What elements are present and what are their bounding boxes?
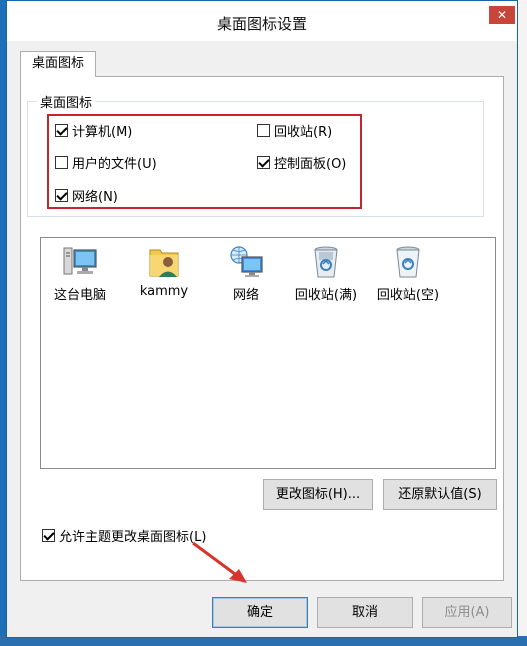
title-bar[interactable]: 桌面图标设置 ✕ — [7, 1, 517, 41]
checkbox-allow-theme[interactable]: 允许主题更改桌面图标(L) — [42, 526, 207, 545]
recycle-bin-empty-icon — [396, 246, 420, 278]
checkbox-box[interactable] — [55, 155, 68, 169]
group-title: 桌面图标 — [37, 92, 96, 111]
checkbox-box[interactable] — [42, 528, 55, 542]
icon-list[interactable]: 这台电脑 kammy 网络 回收站(满) 回收站(空) — [40, 237, 496, 469]
apply-label: 应用(A) — [444, 605, 490, 620]
change-icon-button[interactable]: 更改图标(H)... — [263, 479, 373, 510]
checkbox-label: 网络(N) — [72, 189, 118, 205]
list-item[interactable]: 回收站(满) — [293, 244, 359, 303]
list-item-label: 这台电脑 — [53, 288, 106, 303]
list-item-label: 回收站(空) — [376, 288, 440, 303]
desktop-icon-settings-dialog: 桌面图标设置 ✕ 桌面图标 桌面图标 计算机(M) 回收站(R) 用户的文件(U… — [6, 0, 518, 638]
checkbox-computer[interactable]: 计算机(M) — [55, 121, 133, 140]
checkbox-label: 计算机(M) — [72, 124, 133, 140]
list-item[interactable]: 网络 — [213, 244, 279, 303]
list-item-label: 回收站(满) — [294, 288, 358, 303]
dialog-client-area: 桌面图标 桌面图标 计算机(M) 回收站(R) 用户的文件(U) 控制面板(O)… — [7, 41, 517, 637]
checkbox-label: 允许主题更改桌面图标(L) — [59, 529, 207, 545]
checkbox-box[interactable] — [55, 188, 68, 202]
checkbox-label: 控制面板(O) — [274, 156, 347, 172]
cancel-button[interactable]: 取消 — [317, 597, 413, 628]
list-item[interactable]: kammy — [131, 244, 197, 299]
checkbox-user-files[interactable]: 用户的文件(U) — [55, 153, 157, 172]
ok-button[interactable]: 确定 — [212, 597, 308, 628]
user-folder-icon — [149, 249, 179, 277]
recycle-bin-full-icon — [314, 246, 338, 278]
apply-button[interactable]: 应用(A) — [422, 597, 512, 628]
checkbox-label: 回收站(R) — [274, 124, 333, 140]
tab-desktop-icons[interactable]: 桌面图标 — [20, 51, 96, 77]
annotation-arrow — [192, 541, 247, 583]
checkbox-box[interactable] — [257, 123, 270, 137]
checkbox-box[interactable] — [257, 155, 270, 169]
restore-default-button[interactable]: 还原默认值(S) — [383, 479, 497, 510]
list-item[interactable]: 这台电脑 — [47, 244, 113, 303]
list-item-label: 网络 — [232, 288, 259, 303]
checkbox-label: 用户的文件(U) — [72, 156, 157, 172]
close-button[interactable]: ✕ — [489, 6, 515, 24]
computer-icon — [63, 247, 97, 275]
window-title: 桌面图标设置 — [216, 15, 307, 33]
network-icon — [230, 246, 263, 277]
checkbox-box[interactable] — [55, 123, 68, 137]
checkbox-control-panel[interactable]: 控制面板(O) — [257, 153, 347, 172]
list-item[interactable]: 回收站(空) — [375, 244, 441, 303]
checkbox-recycle-bin[interactable]: 回收站(R) — [257, 121, 333, 140]
checkbox-network[interactable]: 网络(N) — [55, 186, 118, 205]
list-item-label: kammy — [139, 284, 189, 299]
